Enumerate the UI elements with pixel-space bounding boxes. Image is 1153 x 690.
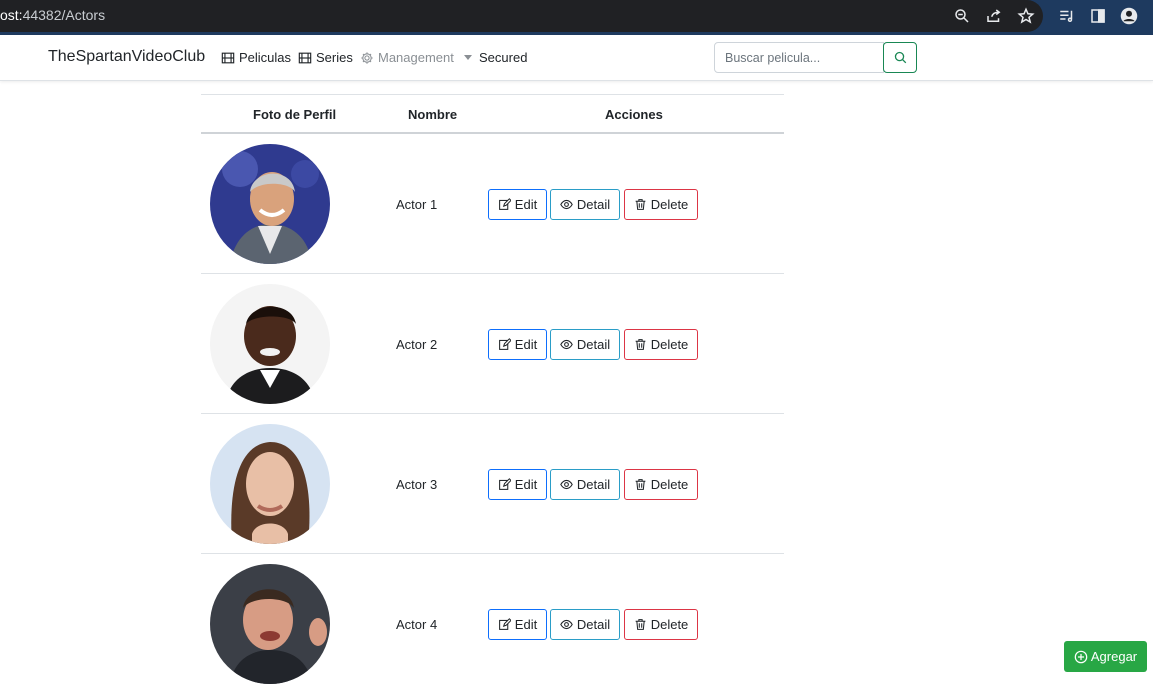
detail-button[interactable]: Detail (550, 609, 620, 640)
edit-icon (498, 618, 511, 630)
film-icon (221, 52, 235, 63)
delete-button[interactable]: Delete (624, 469, 698, 500)
eye-icon (560, 619, 573, 630)
trash-icon (635, 619, 646, 630)
browser-toolbar: ost:44382/Actors (0, 0, 1153, 35)
detail-label: Detail (576, 617, 611, 632)
navbar: TheSpartanVideoClub Peliculas Series Man… (0, 35, 1153, 81)
header-actions: Acciones (605, 107, 663, 122)
zoom-icon[interactable] (952, 6, 972, 26)
avatar (210, 284, 330, 404)
edit-icon (498, 198, 511, 210)
table-row: Actor 1 Edit Detail Delete (201, 134, 784, 274)
nav-item-series[interactable]: Series (298, 50, 353, 65)
actor-name: Actor 2 (396, 337, 438, 352)
avatar (210, 144, 330, 264)
table-header: Foto de Perfil Nombre Acciones (201, 94, 784, 134)
delete-button[interactable]: Delete (624, 609, 698, 640)
actor-name: Actor 1 (396, 197, 438, 212)
eye-icon (560, 479, 573, 490)
trash-icon (635, 339, 646, 350)
gear-icon (361, 51, 373, 64)
profile-icon[interactable] (1119, 6, 1139, 26)
edit-label: Edit (514, 617, 538, 632)
detail-label: Detail (576, 477, 611, 492)
header-name: Nombre (408, 107, 458, 122)
edit-label: Edit (514, 197, 538, 212)
avatar (210, 424, 330, 544)
delete-button[interactable]: Delete (624, 189, 698, 220)
nav-item-label: Peliculas (239, 50, 292, 65)
search-input[interactable] (714, 42, 884, 73)
nav-item-management[interactable]: Management (360, 50, 472, 65)
search-button[interactable] (883, 42, 917, 73)
edit-button[interactable]: Edit (488, 189, 547, 220)
delete-label: Delete (650, 337, 689, 352)
url-host: ost: (0, 7, 23, 23)
delete-label: Delete (650, 617, 689, 632)
table-row: Actor 4 Edit Detail Delete (201, 554, 784, 690)
url-path: 44382/Actors (22, 7, 106, 23)
nav-item-secured[interactable]: Secured (479, 50, 527, 65)
delete-button[interactable]: Delete (624, 329, 698, 360)
header-photo: Foto de Perfil (253, 107, 337, 122)
detail-button[interactable]: Detail (550, 469, 620, 500)
edit-label: Edit (514, 477, 538, 492)
film-icon (298, 52, 312, 63)
avatar (210, 564, 330, 684)
edit-icon (498, 338, 511, 350)
actor-name: Actor 3 (396, 477, 438, 492)
edit-button[interactable]: Edit (488, 609, 547, 640)
actors-table: Foto de Perfil Nombre Acciones Actor 1 E… (201, 94, 784, 690)
table-row: Actor 2 Edit Detail Delete (201, 274, 784, 414)
star-icon[interactable] (1016, 6, 1036, 26)
nav-item-label: Secured (479, 50, 528, 65)
nav-item-label: Series (316, 50, 353, 65)
edit-button[interactable]: Edit (488, 469, 547, 500)
trash-icon (635, 479, 646, 490)
detail-label: Detail (576, 197, 611, 212)
eye-icon (560, 199, 573, 210)
actor-name: Actor 4 (396, 617, 438, 632)
detail-button[interactable]: Detail (550, 329, 620, 360)
chevron-down-icon (463, 55, 472, 60)
media-icon[interactable] (1057, 6, 1077, 26)
delete-label: Delete (650, 197, 689, 212)
edit-label: Edit (514, 337, 538, 352)
brand-link[interactable]: TheSpartanVideoClub (48, 48, 205, 66)
add-button-label: Agregar (1090, 649, 1138, 664)
delete-label: Delete (650, 477, 689, 492)
address-text[interactable]: ost:44382/Actors (0, 7, 105, 23)
nav-item-label: Management (378, 50, 454, 65)
edit-button[interactable]: Edit (488, 329, 547, 360)
add-button[interactable]: Agregar (1064, 641, 1147, 672)
share-icon[interactable] (984, 6, 1004, 26)
plus-circle-icon (1074, 650, 1088, 663)
edit-icon (498, 478, 511, 490)
table-row: Actor 3 Edit Detail Delete (201, 414, 784, 554)
trash-icon (635, 199, 646, 210)
sidepanel-icon[interactable] (1088, 6, 1108, 26)
address-bar[interactable]: ost:44382/Actors (0, 0, 1043, 32)
search-icon (894, 51, 906, 64)
detail-label: Detail (576, 337, 611, 352)
eye-icon (560, 339, 573, 350)
nav-item-peliculas[interactable]: Peliculas (221, 50, 291, 65)
detail-button[interactable]: Detail (550, 189, 620, 220)
